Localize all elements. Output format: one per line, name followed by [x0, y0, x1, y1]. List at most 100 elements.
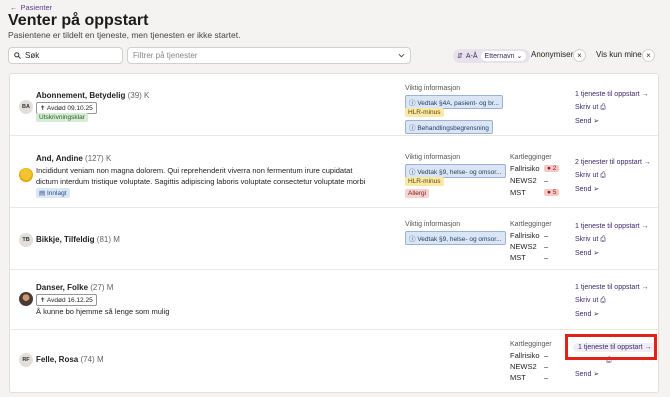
printer-icon: ⎙ [600, 104, 606, 111]
sort-order-icon: ⇵ [457, 53, 463, 60]
arrow-left-icon: ← [10, 3, 18, 12]
printer-icon: ⎙ [600, 236, 606, 243]
alert-icon: ● [547, 189, 551, 196]
arrow-right-icon: → [641, 284, 649, 291]
print-button[interactable]: Skriv ut ⎙ [575, 104, 606, 112]
assessment-label: Fallrisiko [510, 231, 540, 240]
avatar: TB [19, 233, 33, 247]
sort-field-label: Etternavn [484, 53, 515, 60]
avatar: RF [19, 353, 33, 367]
alert-icon: ● [547, 165, 551, 172]
info-circle-icon: ⓘ [409, 100, 416, 107]
info-header: Viktig informasjon [405, 85, 461, 92]
assessment-label: NEWS2 [510, 362, 537, 371]
send-button[interactable]: Send ➢ [575, 249, 599, 257]
print-button[interactable]: Skriv ut ⎙ [575, 297, 606, 305]
send-icon: ➢ [593, 186, 600, 193]
assessments-header: Kartlegginger [510, 221, 552, 228]
start-service-link[interactable]: 1 tjeneste til oppstart → [575, 91, 649, 98]
assessment-value: – [544, 373, 549, 382]
avatar [19, 168, 33, 182]
anonymise-label: Anonymiser [531, 50, 574, 59]
assessment-label: Fallrisiko [510, 351, 540, 360]
search-input[interactable]: Søk [8, 47, 123, 64]
assessments-header: Kartlegginger [510, 341, 552, 348]
assessment-label: MST [510, 373, 526, 382]
back-link-label: Pasienter [20, 3, 53, 12]
anonymise-toggle[interactable]: × [573, 49, 586, 62]
highlight-box [565, 334, 657, 360]
assessments-header: Kartlegginger [510, 154, 552, 161]
deceased-tag: ✝ Avdød 16.12.25 [36, 294, 97, 306]
assessment-label: MST [510, 253, 526, 262]
assessment-label: Fallrisiko [510, 164, 540, 173]
print-button[interactable]: Skriv ut ⎙ [575, 236, 606, 244]
service-filter-select[interactable]: Filtrer på tjenester [127, 47, 411, 64]
info-tag: ⓘ Behandlingsbegrensning [405, 120, 493, 134]
info-circle-icon: ⓘ [409, 169, 416, 176]
info-header: Viktig informasjon [405, 221, 461, 228]
cross-icon: ✝ [40, 105, 46, 112]
info-header: Viktig informasjon [405, 154, 461, 161]
sort-order-label[interactable]: A-Å [466, 53, 478, 60]
sort-field-select[interactable]: Etternavn ⌄ [480, 51, 527, 61]
info-circle-icon: ⓘ [409, 236, 416, 243]
arrow-right-icon: → [643, 159, 651, 166]
patient-name[interactable]: Abonnement, Betydelig (39) K [36, 91, 149, 100]
page-subtitle: Pasientene er tildelt en tjeneste, men t… [8, 30, 241, 40]
sort-control[interactable]: ⇵ A-Å Etternavn ⌄ [453, 49, 531, 63]
patient-row[interactable]: Danser, Folke (27) M ✝ Avdød 16.12.25 Å … [10, 270, 658, 330]
start-service-link[interactable]: 1 tjeneste til oppstart → [575, 223, 649, 230]
status-badge: ▤ Innlagt [36, 188, 70, 198]
avatar [19, 292, 33, 306]
printer-icon: ⎙ [600, 172, 606, 179]
patient-list: BA Abonnement, Betydelig (39) K ✝ Avdød … [9, 73, 659, 393]
patient-name[interactable]: And, Andine (127) K [36, 154, 111, 163]
filter-placeholder: Filtrer på tjenester [133, 51, 198, 60]
send-button[interactable]: Send ➢ [575, 310, 599, 318]
only-mine-toggle[interactable]: × [642, 49, 655, 62]
assessment-label: NEWS2 [510, 242, 537, 251]
send-button[interactable]: Send ➢ [575, 185, 599, 193]
risk-badge: ● 2 [544, 165, 560, 172]
info-tag: ⓘ Vedtak §4A, pasient- og br... [405, 95, 503, 109]
assessment-value: – [544, 242, 549, 251]
printer-icon: ⎙ [600, 297, 606, 304]
assessment-value: – [544, 351, 549, 360]
status-badge: Utskrivningsklar [36, 113, 88, 122]
patient-row[interactable]: And, Andine (127) K Incididunt veniam no… [10, 136, 658, 208]
send-icon: ➢ [593, 371, 600, 378]
print-button[interactable]: Skriv ut ⎙ [575, 172, 606, 180]
patient-name[interactable]: Felle, Rosa (74) M [36, 355, 104, 364]
send-icon: ➢ [593, 118, 600, 125]
back-link[interactable]: ← Pasienter [10, 3, 52, 12]
assessment-label: NEWS2 [510, 176, 537, 185]
patient-note: Å kunne bo hjemme så lenge som mulig [36, 307, 170, 316]
send-button[interactable]: Send ➢ [575, 370, 599, 378]
start-service-link[interactable]: 1 tjeneste til oppstart → [575, 284, 649, 291]
patient-row[interactable]: TB Bikkje, Tilfeldig (81) M Viktig infor… [10, 208, 658, 270]
send-icon: ➢ [593, 311, 600, 318]
bed-icon: ▤ [39, 190, 46, 197]
cross-icon: ✝ [40, 297, 46, 304]
arrow-right-icon: → [641, 223, 649, 230]
info-tag: Allergi [405, 189, 430, 198]
arrow-right-icon: → [641, 91, 649, 98]
info-tag: ⓘ Vedtak §9, helse- og omsor... [405, 164, 506, 178]
page-title: Venter på oppstart [8, 12, 149, 29]
patient-row[interactable]: RF Felle, Rosa (74) M Kartlegginger Fall… [10, 330, 658, 392]
start-service-link[interactable]: 2 tjenester til oppstart → [575, 159, 651, 166]
send-icon: ➢ [593, 250, 600, 257]
assessment-value: – [544, 253, 549, 262]
info-tag: ⓘ Vedtak §9, helse- og omsor... [405, 231, 506, 245]
patient-name[interactable]: Bikkje, Tilfeldig (81) M [36, 235, 120, 244]
patient-row[interactable]: BA Abonnement, Betydelig (39) K ✝ Avdød … [10, 74, 658, 136]
patient-name[interactable]: Danser, Folke (27) M [36, 283, 113, 292]
send-button[interactable]: Send ➢ [575, 117, 599, 125]
only-mine-label: Vis kun mine [596, 50, 642, 59]
avatar: BA [19, 100, 33, 114]
info-tag: HLR-minus [405, 108, 444, 117]
risk-badge: ● 5 [544, 189, 560, 196]
search-placeholder: Søk [25, 51, 40, 60]
assessment-value: – [544, 231, 549, 240]
